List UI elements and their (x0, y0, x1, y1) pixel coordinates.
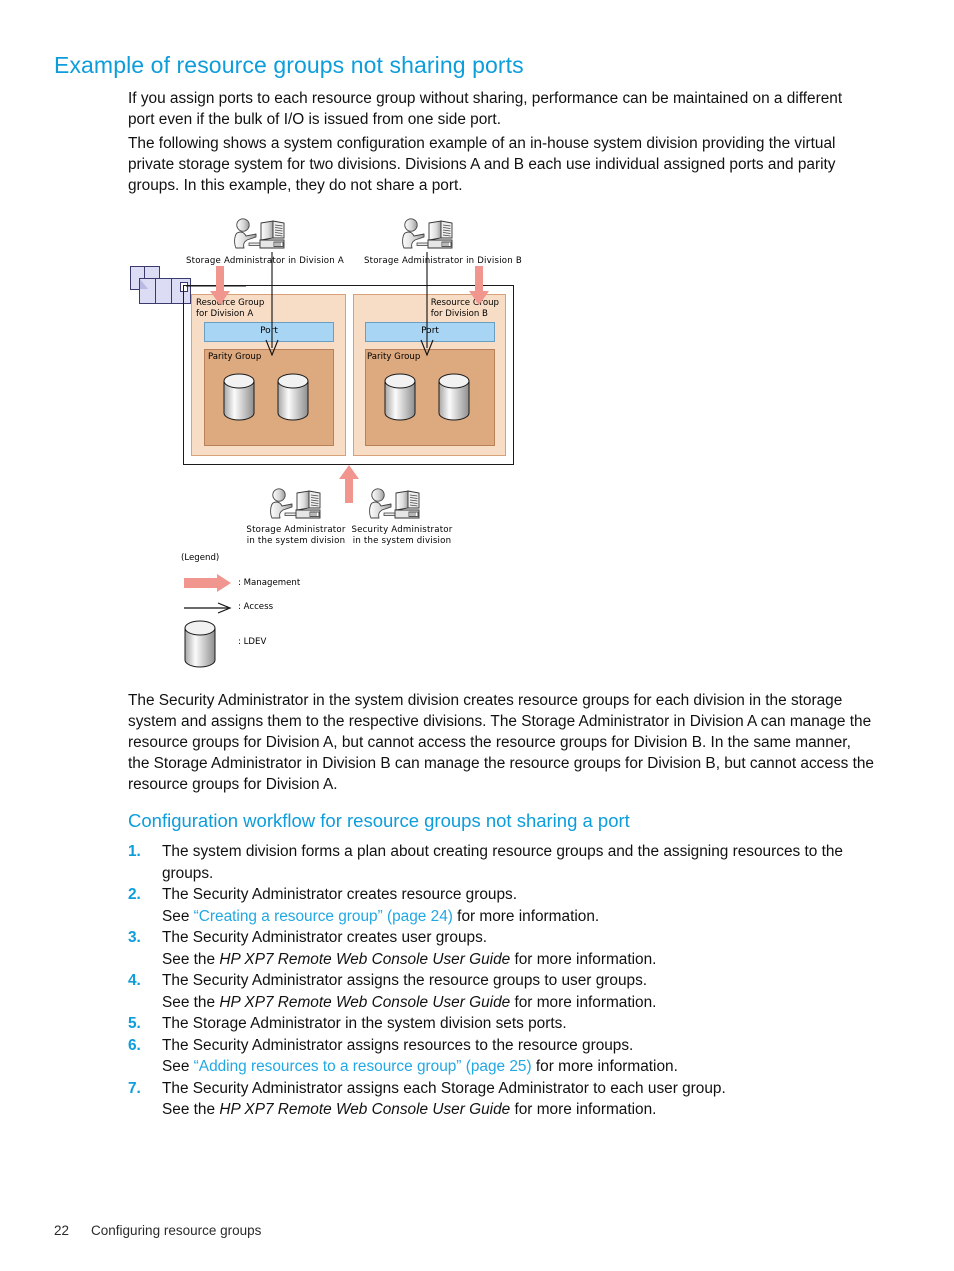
bottom-admin-storage-line1: Storage Administrator (246, 525, 346, 535)
legend-title: (Legend) (181, 553, 220, 563)
workflow-item: 7. The Security Administrator assigns eac… (128, 1078, 876, 1100)
workflow-note-prefix: See (162, 1058, 194, 1075)
workflow-item-note: See “Creating a resource group” (page 24… (162, 906, 876, 928)
ldev-cylinder (277, 373, 309, 421)
workflow-item-note: See the HP XP7 Remote Web Console User G… (162, 949, 876, 971)
explanation-paragraph: The Security Administrator in the system… (128, 692, 874, 793)
workflow-item-text: The Security Administrator creates user … (162, 929, 488, 946)
workflow-item-text: The Security Administrator assigns the r… (162, 972, 648, 989)
workflow-item-number: 4. (128, 972, 141, 989)
workflow-item-number: 1. (128, 843, 141, 860)
workflow-note-prefix: See the (162, 993, 220, 1011)
legend-access-arrow-icon (184, 602, 232, 614)
management-arrow-division-b (469, 266, 489, 305)
cross-reference-link[interactable]: “Adding resources to a resource group” (… (194, 1058, 532, 1075)
admin-label-division-b: Storage Administrator in Division B (364, 256, 522, 266)
resource-group-a-line2: for Division A (196, 308, 254, 319)
workflow-item-note: See the HP XP7 Remote Web Console User G… (162, 1099, 876, 1121)
intro-paragraph-2: The following shows a system configurati… (128, 135, 836, 194)
parity-group-box-b: Parity Group (365, 349, 495, 446)
page-footer: 22 Configuring resource groups (54, 1223, 261, 1238)
workflow-item: 1. The system division forms a plan about… (128, 841, 876, 884)
access-arrow-division-b (420, 252, 434, 356)
parity-group-box-a: Parity Group (204, 349, 334, 446)
ldev-cylinder (438, 373, 470, 421)
workflow-item-text: The Security Administrator creates resou… (162, 886, 517, 903)
bottom-admin-security-line2: in the system division (352, 536, 452, 546)
workflow-item-note: See the HP XP7 Remote Web Console User G… (162, 992, 876, 1014)
resource-groups-diagram: Storage Administrator in Division A Stor… (128, 218, 548, 668)
workflow-item-number: 6. (128, 1036, 141, 1054)
bottom-admin-security-line1: Security Administrator (351, 525, 453, 535)
guide-title-reference: HP XP7 Remote Web Console User Guide (219, 950, 511, 968)
guide-title-reference: HP XP7 Remote Web Console User Guide (219, 1101, 511, 1118)
workflow-note-suffix: for more information. (510, 993, 657, 1011)
legend-access-label: : Access (238, 602, 274, 612)
resource-group-b-line2: for Division B (430, 308, 488, 319)
workflow-note-suffix: for more information. (510, 1101, 657, 1118)
storage-administrator-division-b-icon (402, 218, 453, 249)
bottom-admin-label-storage: Storage Administrator in the system divi… (242, 525, 350, 547)
footer-page-number: 22 (54, 1223, 70, 1238)
security-administrator-system-division-icon (369, 488, 420, 519)
bottom-admin-storage-line2: in the system division (246, 536, 346, 546)
footer-chapter: Configuring resource groups (91, 1223, 262, 1238)
workflow-item-text: The system division forms a plan about c… (162, 843, 843, 882)
ldev-cylinder (384, 373, 416, 421)
storage-administrator-system-division-icon (270, 488, 321, 519)
workflow-item-text: The Security Administrator assigns resou… (162, 1036, 634, 1054)
legend-ldev-cylinder-icon (184, 620, 216, 668)
legend-management-arrow-icon (184, 574, 231, 592)
workflow-item: 3. The Security Administrator creates use… (128, 927, 876, 949)
workflow-note-prefix: See the (162, 1101, 220, 1118)
workflow-note-suffix: for more information. (452, 907, 600, 925)
section-heading-configuration-workflow: Configuration workflow for resource grou… (128, 810, 630, 831)
workflow-item-number: 5. (128, 1015, 141, 1032)
workflow-item-text: The Storage Administrator in the system … (162, 1015, 567, 1032)
parity-group-a-title: Parity Group (208, 352, 262, 362)
workflow-list: 1. The system division forms a plan about… (128, 841, 876, 1121)
management-arrow-division-a (210, 266, 230, 305)
workflow-note-prefix: See the (162, 950, 220, 968)
access-arrow-division-a (265, 252, 279, 356)
workflow-note-suffix: for more information. (510, 950, 657, 968)
workflow-note-prefix: See (162, 907, 194, 925)
ldev-cylinder (223, 373, 255, 421)
cross-reference-link[interactable]: “Creating a resource group” (page 24) (194, 908, 453, 925)
workflow-item-note: See “Adding resources to a resource grou… (162, 1056, 876, 1078)
storage-administrator-division-a-icon (234, 218, 285, 249)
legend-ldev-label: : LDEV (238, 637, 267, 647)
workflow-item-number: 3. (128, 929, 141, 946)
intro-paragraph-1: If you assign ports to each resource gro… (128, 90, 843, 128)
bottom-admin-label-security: Security Administrator in the system div… (350, 525, 454, 547)
workflow-item-text: The Security Administrator assigns each … (162, 1079, 726, 1097)
legend-management-label: : Management (238, 578, 301, 588)
workflow-item: 2. The Security Administrator creates res… (128, 884, 876, 906)
workflow-note-suffix: for more information. (531, 1058, 678, 1075)
workflow-item: 5. The Storage Administrator in the syste… (128, 1013, 876, 1035)
workflow-item: 4. The Security Administrator assigns the… (128, 970, 876, 992)
page-title: Example of resource groups not sharing p… (54, 52, 524, 78)
guide-title-reference: HP XP7 Remote Web Console User Guide (219, 993, 511, 1011)
workflow-item-number: 2. (128, 886, 141, 903)
parity-group-b-title: Parity Group (367, 352, 421, 362)
management-arrow-system-division (339, 465, 359, 503)
workflow-item-number: 7. (128, 1079, 141, 1097)
workflow-item: 6. The Security Administrator assigns res… (128, 1035, 876, 1057)
